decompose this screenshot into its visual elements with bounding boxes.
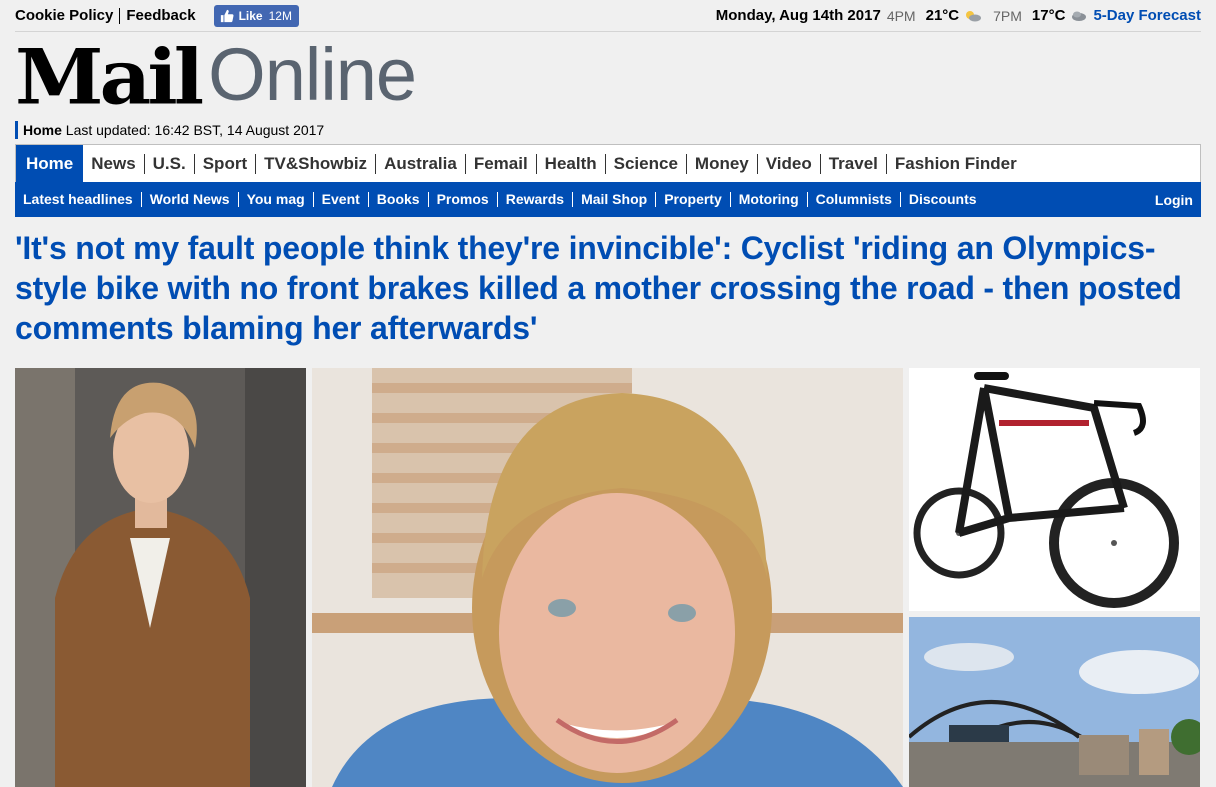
subnav-world-news[interactable]: World News: [140, 192, 238, 207]
cloud-icon: [1072, 11, 1087, 21]
logo-mail-text: Mail: [15, 32, 204, 122]
cyclist-image: [15, 368, 306, 787]
subnav-promos[interactable]: Promos: [427, 192, 497, 207]
street-photo[interactable]: [909, 617, 1200, 787]
subnav-motoring[interactable]: Motoring: [729, 192, 807, 207]
login-link[interactable]: Login: [1155, 192, 1201, 208]
thumbs-up-icon: [220, 9, 234, 22]
street-scene-image: [909, 617, 1200, 787]
weather-time-1: 4PM: [886, 7, 916, 24]
nav-femail[interactable]: Femail: [464, 153, 536, 174]
weather-temp-1: 21°C: [925, 7, 960, 24]
divider: [119, 7, 121, 24]
subnav-books[interactable]: Books: [367, 192, 428, 207]
facebook-like-button[interactable]: Like 12M: [213, 4, 299, 27]
feedback-link[interactable]: Feedback: [126, 7, 195, 24]
bike-photo[interactable]: [909, 368, 1200, 611]
subnav-rewards[interactable]: Rewards: [496, 192, 572, 207]
subnav-latest-headlines[interactable]: Latest headlines: [15, 192, 141, 207]
section-name: Home: [23, 122, 62, 138]
subnav-property[interactable]: Property: [655, 192, 730, 207]
subnav-you-mag[interactable]: You mag: [237, 192, 313, 207]
nav-video[interactable]: Video: [756, 153, 820, 174]
nav-tvshowbiz[interactable]: TV&Showbiz: [255, 153, 375, 174]
cloud-sun-icon: [966, 10, 982, 21]
nav-science[interactable]: Science: [604, 153, 686, 174]
nav-news[interactable]: News: [83, 154, 143, 174]
weather-widget: Monday, Aug 14th 2017 4PM 21°C 7PM 17°C …: [716, 7, 1201, 24]
nav-money[interactable]: Money: [685, 153, 757, 174]
main-navigation: Home News U.S. Sport TV&Showbiz Australi…: [15, 144, 1201, 182]
nav-home[interactable]: Home: [16, 145, 84, 182]
site-logo[interactable]: Mail Online: [15, 32, 417, 122]
five-day-forecast-link[interactable]: 5-Day Forecast: [1093, 7, 1201, 24]
article-headline[interactable]: 'It's not my fault people think they're …: [15, 228, 1205, 348]
sub-navigation: Latest headlines World News You mag Even…: [15, 182, 1201, 217]
nav-us[interactable]: U.S.: [143, 153, 194, 174]
victim-photo[interactable]: [312, 368, 903, 787]
like-count: 12M: [268, 8, 292, 23]
current-date: Monday, Aug 14th 2017: [715, 7, 881, 24]
subnav-columnists[interactable]: Columnists: [806, 192, 900, 207]
nav-sport[interactable]: Sport: [193, 153, 255, 174]
logo-online-text: Online: [208, 33, 417, 116]
subnav-event[interactable]: Event: [312, 192, 368, 207]
cyclist-photo[interactable]: [15, 368, 306, 787]
victim-image: [312, 368, 903, 787]
top-bar: Cookie Policy Feedback Like 12M Monday, …: [15, 0, 1201, 32]
subnav-discounts[interactable]: Discounts: [899, 192, 985, 207]
subnav-mail-shop[interactable]: Mail Shop: [572, 192, 655, 207]
cookie-policy-link[interactable]: Cookie Policy: [15, 7, 113, 24]
track-bike-image: [909, 368, 1200, 611]
nav-australia[interactable]: Australia: [375, 153, 465, 174]
weather-temp-2: 17°C: [1031, 7, 1066, 24]
nav-travel[interactable]: Travel: [819, 153, 886, 174]
last-updated-text: Last updated: 16:42 BST, 14 August 2017: [65, 122, 325, 138]
weather-time-2: 7PM: [993, 7, 1022, 24]
like-label: Like: [238, 8, 263, 23]
nav-health[interactable]: Health: [535, 153, 605, 174]
last-updated: Home Last updated: 16:42 BST, 14 August …: [15, 121, 324, 139]
top-links: Cookie Policy Feedback: [15, 7, 196, 24]
nav-fashion-finder[interactable]: Fashion Finder: [885, 153, 1025, 174]
